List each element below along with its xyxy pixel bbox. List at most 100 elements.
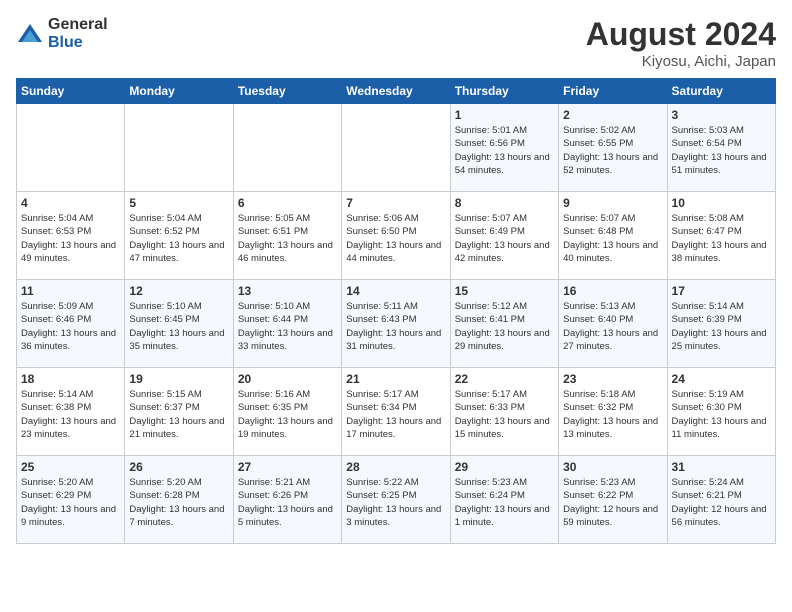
- title-block: August 2024 Kiyosu, Aichi, Japan: [586, 16, 776, 70]
- weekday-header-thursday: Thursday: [450, 79, 558, 104]
- day-info: Sunrise: 5:24 AM Sunset: 6:21 PM Dayligh…: [672, 476, 771, 529]
- day-info: Sunrise: 5:21 AM Sunset: 6:26 PM Dayligh…: [238, 476, 337, 529]
- calendar-cell: [342, 104, 450, 192]
- day-number: 4: [21, 196, 120, 210]
- calendar-cell: 28 Sunrise: 5:22 AM Sunset: 6:25 PM Dayli…: [342, 456, 450, 544]
- day-number: 27: [238, 460, 337, 474]
- calendar-cell: 26Sunrise: 5:20 AM Sunset: 6:28 PM Dayli…: [125, 456, 233, 544]
- day-info: Sunrise: 5:07 AM Sunset: 6:49 PM Dayligh…: [455, 212, 554, 265]
- weekday-header-sunday: Sunday: [17, 79, 125, 104]
- day-info: Sunrise: 5:16 AM Sunset: 6:35 PM Dayligh…: [238, 388, 337, 441]
- calendar-cell: 16 Sunrise: 5:13 AM Sunset: 6:40 PM Dayli…: [559, 280, 667, 368]
- day-number: 28: [346, 460, 445, 474]
- day-number: 19: [129, 372, 228, 386]
- logo-general-text: General: [48, 16, 108, 34]
- day-number: 7: [346, 196, 445, 210]
- day-number: 30: [563, 460, 662, 474]
- calendar-cell: 8 Sunrise: 5:07 AM Sunset: 6:49 PM Daylig…: [450, 192, 558, 280]
- page-header: General Blue August 2024 Kiyosu, Aichi, …: [16, 16, 776, 70]
- calendar-cell: 5 Sunrise: 5:04 AM Sunset: 6:52 PM Daylig…: [125, 192, 233, 280]
- day-number: 29: [455, 460, 554, 474]
- calendar-cell: [233, 104, 341, 192]
- day-info: Sunrise: 5:06 AM Sunset: 6:50 PM Dayligh…: [346, 212, 445, 265]
- calendar-cell: 17 Sunrise: 5:14 AM Sunset: 6:39 PM Dayli…: [667, 280, 775, 368]
- calendar-cell: 30 Sunrise: 5:23 AM Sunset: 6:22 PM Dayli…: [559, 456, 667, 544]
- weekday-header-wednesday: Wednesday: [342, 79, 450, 104]
- week-row-4: 18 Sunrise: 5:14 AM Sunset: 6:38 PM Dayli…: [17, 368, 776, 456]
- weekday-header-row: SundayMondayTuesdayWednesdayThursdayFrid…: [17, 79, 776, 104]
- day-info: Sunrise: 5:17 AM Sunset: 6:34 PM Dayligh…: [346, 388, 445, 441]
- day-number: 2: [563, 108, 662, 122]
- day-number: 3: [672, 108, 771, 122]
- day-info: Sunrise: 5:10 AM Sunset: 6:45 PM Dayligh…: [129, 300, 228, 353]
- day-number: 25: [21, 460, 120, 474]
- day-number: 6: [238, 196, 337, 210]
- week-row-3: 11 Sunrise: 5:09 AM Sunset: 6:46 PM Dayli…: [17, 280, 776, 368]
- day-info: Sunrise: 5:04 AM Sunset: 6:52 PM Dayligh…: [129, 212, 228, 265]
- day-info: Sunrise: 5:13 AM Sunset: 6:40 PM Dayligh…: [563, 300, 662, 353]
- calendar-cell: 27 Sunrise: 5:21 AM Sunset: 6:26 PM Dayli…: [233, 456, 341, 544]
- calendar-cell: 19 Sunrise: 5:15 AM Sunset: 6:37 PM Dayli…: [125, 368, 233, 456]
- weekday-header-saturday: Saturday: [667, 79, 775, 104]
- weekday-header-tuesday: Tuesday: [233, 79, 341, 104]
- day-info: Sunrise: 5:07 AM Sunset: 6:48 PM Dayligh…: [563, 212, 662, 265]
- calendar-cell: 13 Sunrise: 5:10 AM Sunset: 6:44 PM Dayli…: [233, 280, 341, 368]
- location: Kiyosu, Aichi, Japan: [586, 53, 776, 70]
- day-number: 5: [129, 196, 228, 210]
- calendar-cell: [17, 104, 125, 192]
- calendar-table: SundayMondayTuesdayWednesdayThursdayFrid…: [16, 78, 776, 544]
- day-info: Sunrise: 5:15 AM Sunset: 6:37 PM Dayligh…: [129, 388, 228, 441]
- logo-blue-text: Blue: [48, 34, 108, 52]
- day-info: Sunrise: 5:09 AM Sunset: 6:46 PM Dayligh…: [21, 300, 120, 353]
- calendar-cell: 29Sunrise: 5:23 AM Sunset: 6:24 PM Dayli…: [450, 456, 558, 544]
- calendar-cell: 3Sunrise: 5:03 AM Sunset: 6:54 PM Daylig…: [667, 104, 775, 192]
- calendar-cell: 2 Sunrise: 5:02 AM Sunset: 6:55 PM Daylig…: [559, 104, 667, 192]
- day-number: 13: [238, 284, 337, 298]
- calendar-cell: 22Sunrise: 5:17 AM Sunset: 6:33 PM Dayli…: [450, 368, 558, 456]
- day-info: Sunrise: 5:14 AM Sunset: 6:39 PM Dayligh…: [672, 300, 771, 353]
- day-number: 17: [672, 284, 771, 298]
- day-info: Sunrise: 5:01 AM Sunset: 6:56 PM Dayligh…: [455, 124, 554, 177]
- day-info: Sunrise: 5:22 AM Sunset: 6:25 PM Dayligh…: [346, 476, 445, 529]
- day-number: 9: [563, 196, 662, 210]
- day-info: Sunrise: 5:14 AM Sunset: 6:38 PM Dayligh…: [21, 388, 120, 441]
- day-info: Sunrise: 5:12 AM Sunset: 6:41 PM Dayligh…: [455, 300, 554, 353]
- day-number: 23: [563, 372, 662, 386]
- calendar-cell: 20Sunrise: 5:16 AM Sunset: 6:35 PM Dayli…: [233, 368, 341, 456]
- calendar-cell: 12 Sunrise: 5:10 AM Sunset: 6:45 PM Dayli…: [125, 280, 233, 368]
- day-info: Sunrise: 5:11 AM Sunset: 6:43 PM Dayligh…: [346, 300, 445, 353]
- calendar-cell: 14 Sunrise: 5:11 AM Sunset: 6:43 PM Dayli…: [342, 280, 450, 368]
- logo-icon: [16, 20, 44, 48]
- calendar-cell: 7 Sunrise: 5:06 AM Sunset: 6:50 PM Daylig…: [342, 192, 450, 280]
- calendar-cell: 24Sunrise: 5:19 AM Sunset: 6:30 PM Dayli…: [667, 368, 775, 456]
- day-number: 14: [346, 284, 445, 298]
- day-number: 24: [672, 372, 771, 386]
- calendar-cell: [125, 104, 233, 192]
- calendar-cell: 4Sunrise: 5:04 AM Sunset: 6:53 PM Daylig…: [17, 192, 125, 280]
- calendar-cell: 23Sunrise: 5:18 AM Sunset: 6:32 PM Dayli…: [559, 368, 667, 456]
- month-title: August 2024: [586, 16, 776, 53]
- day-number: 12: [129, 284, 228, 298]
- weekday-header-monday: Monday: [125, 79, 233, 104]
- day-info: Sunrise: 5:17 AM Sunset: 6:33 PM Dayligh…: [455, 388, 554, 441]
- calendar-cell: 25 Sunrise: 5:20 AM Sunset: 6:29 PM Dayli…: [17, 456, 125, 544]
- day-number: 15: [455, 284, 554, 298]
- day-info: Sunrise: 5:02 AM Sunset: 6:55 PM Dayligh…: [563, 124, 662, 177]
- day-number: 11: [21, 284, 120, 298]
- week-row-2: 4Sunrise: 5:04 AM Sunset: 6:53 PM Daylig…: [17, 192, 776, 280]
- day-info: Sunrise: 5:20 AM Sunset: 6:29 PM Dayligh…: [21, 476, 120, 529]
- day-info: Sunrise: 5:23 AM Sunset: 6:22 PM Dayligh…: [563, 476, 662, 529]
- calendar-cell: 31Sunrise: 5:24 AM Sunset: 6:21 PM Dayli…: [667, 456, 775, 544]
- logo: General Blue: [16, 16, 108, 51]
- day-number: 8: [455, 196, 554, 210]
- week-row-1: 1 Sunrise: 5:01 AM Sunset: 6:56 PM Daylig…: [17, 104, 776, 192]
- day-number: 1: [455, 108, 554, 122]
- day-info: Sunrise: 5:10 AM Sunset: 6:44 PM Dayligh…: [238, 300, 337, 353]
- day-number: 26: [129, 460, 228, 474]
- day-info: Sunrise: 5:05 AM Sunset: 6:51 PM Dayligh…: [238, 212, 337, 265]
- day-number: 18: [21, 372, 120, 386]
- calendar-cell: 10Sunrise: 5:08 AM Sunset: 6:47 PM Dayli…: [667, 192, 775, 280]
- day-number: 16: [563, 284, 662, 298]
- calendar-cell: 18 Sunrise: 5:14 AM Sunset: 6:38 PM Dayli…: [17, 368, 125, 456]
- week-row-5: 25 Sunrise: 5:20 AM Sunset: 6:29 PM Dayli…: [17, 456, 776, 544]
